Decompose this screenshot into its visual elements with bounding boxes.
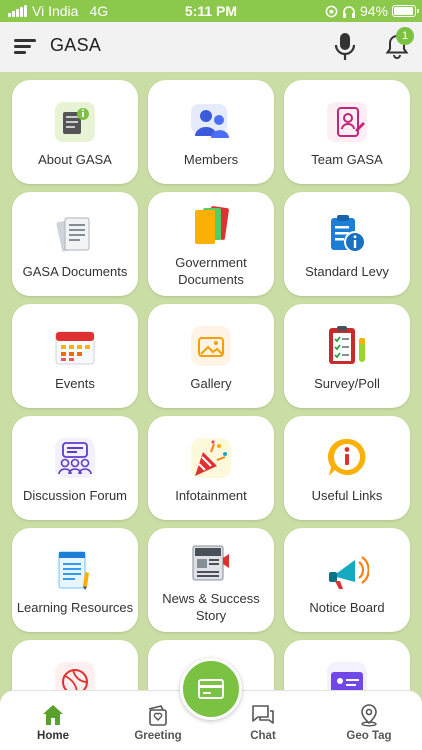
forum-icon: [55, 438, 95, 478]
app-bar: GASA 1: [0, 22, 422, 72]
nav-label: Chat: [250, 730, 276, 742]
tile-label: Survey/Poll: [314, 376, 380, 391]
tile-government-documents[interactable]: Government Documents: [148, 192, 274, 296]
checklist-icon: [329, 326, 365, 364]
headphones-icon: [342, 5, 355, 18]
rotation-lock-icon: [325, 5, 338, 17]
tile-news-success-story[interactable]: News & Success Story: [148, 528, 274, 632]
tile-label: News & Success Story: [162, 591, 260, 623]
tile-label: Infotainment: [175, 488, 247, 503]
tile-row6-3[interactable]: [284, 640, 410, 690]
tile-useful-links[interactable]: Useful Links: [284, 416, 410, 520]
tile-label: Useful Links: [311, 488, 383, 503]
notepad-pencil-icon: [58, 551, 89, 590]
tile-survey-poll[interactable]: Survey/Poll: [284, 304, 410, 408]
tile-label: Standard Levy: [305, 264, 389, 279]
tile-learning-resources[interactable]: Learning Resources: [12, 528, 138, 632]
tile-gasa-documents[interactable]: GASA Documents: [12, 192, 138, 296]
tile-gallery[interactable]: Gallery: [148, 304, 274, 408]
app-title: GASA: [50, 35, 102, 55]
location-pin-icon: [361, 704, 377, 727]
microphone-icon[interactable]: [333, 32, 357, 62]
greeting-card-icon: [148, 705, 167, 726]
menu-grid: About GASA Members Team GASA GASA Docume…: [0, 72, 422, 690]
clipboard-info-icon: [331, 215, 366, 253]
chat-icon: [252, 705, 274, 724]
tile-about-gasa[interactable]: About GASA: [12, 80, 138, 184]
tile-notice-board[interactable]: Notice Board: [284, 528, 410, 632]
tile-infotainment[interactable]: Infotainment: [148, 416, 274, 520]
tile-label: Team GASA: [311, 152, 383, 167]
tile-members[interactable]: Members: [148, 80, 274, 184]
nav-label: Geo Tag: [346, 730, 392, 742]
calendar-icon: [55, 331, 95, 365]
menu-icon[interactable]: [14, 39, 36, 55]
folders-icon: [195, 206, 229, 244]
status-bar: Vi India 4G 5:11 PM 94%: [0, 0, 422, 22]
tile-standard-levy[interactable]: Standard Levy: [284, 192, 410, 296]
tile-events[interactable]: Events: [12, 304, 138, 408]
card-icon: [198, 679, 224, 699]
ball-icon: [55, 662, 95, 690]
home-icon: [43, 705, 63, 725]
tile-label: Events: [55, 376, 95, 391]
nav-home[interactable]: Home: [8, 691, 98, 750]
id-card-icon: [327, 662, 367, 690]
tile-label: Members: [183, 152, 239, 167]
tile-label: Learning Resources: [16, 600, 134, 615]
tile-team-gasa[interactable]: Team GASA: [284, 80, 410, 184]
tile-label: GASA Documents: [22, 264, 128, 279]
info-circle-icon: [327, 438, 366, 476]
tile-discussion-forum[interactable]: Discussion Forum: [12, 416, 138, 520]
nav-geo-tag[interactable]: Geo Tag: [324, 691, 414, 750]
nav-label: Home: [37, 730, 69, 742]
about-doc-icon: [55, 102, 95, 142]
gallery-icon: [191, 326, 231, 366]
tile-label: About GASA: [38, 152, 112, 167]
documents-stack-icon: [56, 217, 90, 252]
tile-label: Government Documents: [175, 255, 247, 287]
tile-label: Gallery: [190, 376, 232, 391]
tile-label: Notice Board: [309, 600, 385, 615]
battery-percent: 94%: [359, 3, 388, 19]
team-id-icon: [327, 102, 367, 142]
party-popper-icon: [191, 438, 231, 478]
tile-label: Discussion Forum: [22, 488, 128, 503]
members-icon: [191, 104, 229, 138]
newspaper-icon: [192, 545, 229, 581]
center-action-button[interactable]: [180, 658, 242, 720]
megaphone-icon: [329, 556, 369, 589]
battery-icon: [392, 5, 419, 17]
nav-label: Greeting: [134, 730, 182, 742]
tile-row6-1[interactable]: [12, 640, 138, 690]
notification-badge: 1: [396, 27, 414, 45]
